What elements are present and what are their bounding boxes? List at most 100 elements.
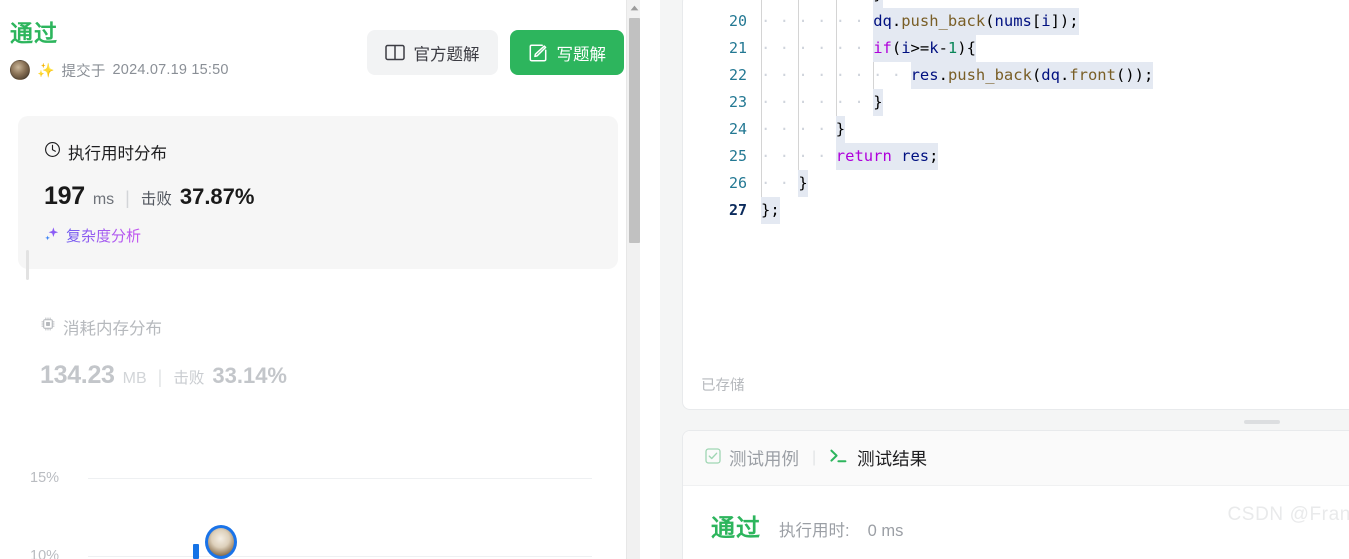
indent-guide-line xyxy=(761,35,762,62)
memory-distribution-chart: 15% 10% xyxy=(0,430,640,559)
indent-guide-dots: · · xyxy=(761,174,799,192)
code-line[interactable]: 26 · · } xyxy=(683,170,1349,197)
code-line[interactable]: 21 · · · · · · if(i>=k-1){ xyxy=(683,35,1349,62)
code-token: push_back xyxy=(901,12,986,30)
gridline-10 xyxy=(88,556,592,557)
tab-test-result-label: 测试结果 xyxy=(857,448,928,469)
panel-resizer[interactable] xyxy=(682,414,1349,430)
runtime-value: 197 xyxy=(44,182,85,210)
code-token: ( xyxy=(985,12,995,30)
runtime-distribution-card: 执行用时分布 197 ms | 击败 37.87% 复杂度分析 xyxy=(18,116,618,269)
tab-separator: | xyxy=(812,449,817,466)
memory-distribution-section: 消耗内存分布 134.23 MB | 击败 33.14% xyxy=(40,315,618,390)
code-editor-panel[interactable]: 19· · · · · · }20· · · · · · dq.push_bac… xyxy=(682,0,1349,410)
code-token: } xyxy=(873,93,883,111)
indent-guide-line xyxy=(798,116,800,143)
code-token: . xyxy=(1059,66,1070,84)
code-text[interactable]: dq.push_back(nums[i]); xyxy=(873,8,1079,35)
code-text[interactable]: } xyxy=(798,170,808,197)
code-text[interactable]: if(i>=k-1){ xyxy=(873,35,976,62)
drag-handle-icon[interactable] xyxy=(1244,420,1280,424)
indent-guide-line xyxy=(798,35,800,62)
code-token: ( xyxy=(891,39,902,57)
memory-card-header: 消耗内存分布 xyxy=(40,315,618,339)
sparkle-icon xyxy=(44,226,60,246)
code-line[interactable]: 23 · · · · · · } xyxy=(683,89,1349,116)
code-token: ){ xyxy=(957,39,976,57)
indent-guide-line xyxy=(761,143,762,170)
code-text[interactable]: } xyxy=(835,116,846,143)
runtime-beat-percent: 37.87% xyxy=(179,184,255,209)
runtime-card-header: 执行用时分布 xyxy=(44,140,592,164)
complexity-analysis-link[interactable]: 复杂度分析 xyxy=(44,225,141,246)
write-solution-button[interactable]: 写题解 xyxy=(509,30,624,75)
code-text[interactable]: res.push_back(dq.front()); xyxy=(910,62,1154,89)
runtime-card-title: 执行用时分布 xyxy=(68,145,167,163)
code-line[interactable]: 19 · · · · · · } xyxy=(683,0,1349,8)
submitted-prefix: 提交于 xyxy=(61,63,106,80)
code-content[interactable]: 19· · · · · · }20· · · · · · dq.push_bac… xyxy=(683,0,1349,224)
chart-bar[interactable] xyxy=(193,544,199,559)
indent-guide-line xyxy=(761,8,762,35)
code-token: if xyxy=(873,39,892,57)
official-solution-label: 官方题解 xyxy=(413,45,480,64)
code-line[interactable]: 20 · · · · · · dq.push_back(nums[i]); xyxy=(683,8,1349,35)
code-token: } xyxy=(873,0,882,3)
test-runtime-value: 0 ms xyxy=(867,522,904,540)
tab-test-cases-label: 测试用例 xyxy=(729,448,799,469)
code-token: >= xyxy=(910,39,930,57)
saved-status: 已存储 xyxy=(701,378,745,394)
runtime-unit: ms xyxy=(92,191,115,208)
scroll-up-arrow-icon[interactable] xyxy=(627,0,640,16)
code-token: push_back xyxy=(947,66,1032,84)
left-submission-panel: 通过 ✨ 提交于 2024.07.19 15:50 官方题解 写题解 执行用时分… xyxy=(0,0,640,559)
code-token: 1 xyxy=(947,39,958,57)
code-token: ()); xyxy=(1115,66,1154,84)
memory-beat-percent: 33.14% xyxy=(212,362,287,388)
tab-test-cases[interactable]: 测试用例 xyxy=(705,446,799,471)
code-token: i xyxy=(901,39,911,57)
tab-test-result[interactable]: 测试结果 xyxy=(829,446,927,471)
indent-guide-line xyxy=(835,0,837,8)
inner-scroll-indicator[interactable] xyxy=(26,250,29,280)
memory-value: 134.23 xyxy=(40,360,115,389)
indent-guide-line xyxy=(835,35,837,62)
scrollbar-thumb[interactable] xyxy=(629,18,640,243)
memory-divider: | xyxy=(157,366,163,387)
indent-guide-line xyxy=(798,0,800,8)
code-text[interactable]: } xyxy=(873,89,883,116)
test-result-body: 通过 执行用时: 0 ms CSDN @Frank---7 xyxy=(683,486,1349,543)
indent-guide-dots: · · · · · · xyxy=(761,39,873,57)
code-line[interactable]: 27}; xyxy=(683,197,1349,224)
test-result-panel: 测试用例 | 测试结果 通过 执行用时: 0 ms CSDN @Fran xyxy=(682,430,1349,559)
code-token: dq xyxy=(1041,66,1060,84)
code-line[interactable]: 24 · · · · } xyxy=(683,116,1349,143)
sparkles-icon: ✨ xyxy=(37,62,55,79)
line-number: 23 xyxy=(728,93,747,111)
indent-guide-line xyxy=(761,0,762,8)
memory-beat-label: 击败 xyxy=(173,369,205,387)
code-token: . xyxy=(891,12,902,30)
official-solution-button[interactable]: 官方题解 xyxy=(366,30,498,75)
indent-guide-line xyxy=(835,89,837,116)
cpu-chip-icon xyxy=(40,316,56,337)
indent-guide-dots: · · · · · · xyxy=(761,93,873,111)
line-number: 25 xyxy=(728,147,747,165)
gridline-15 xyxy=(88,478,592,479)
line-number: 27 xyxy=(728,201,747,219)
code-line[interactable]: 25 · · · · return res; xyxy=(683,143,1349,170)
ytick-10: 10% xyxy=(30,548,60,559)
code-text[interactable]: }; xyxy=(761,197,780,224)
line-number: 22 xyxy=(728,66,747,84)
left-panel-scrollbar[interactable] xyxy=(626,0,640,559)
clock-icon xyxy=(44,141,61,163)
code-text[interactable]: } xyxy=(873,0,883,8)
user-avatar-marker[interactable] xyxy=(205,525,237,559)
code-line[interactable]: 22 · · · · · · · · res.push_back(dq.front… xyxy=(683,62,1349,89)
write-solution-label: 写题解 xyxy=(556,45,607,64)
indent-guide-line xyxy=(798,143,800,170)
code-token: res xyxy=(901,147,930,165)
indent-guide-line xyxy=(873,62,875,89)
code-token: ( xyxy=(1031,66,1042,84)
code-text[interactable]: return res; xyxy=(835,143,939,170)
